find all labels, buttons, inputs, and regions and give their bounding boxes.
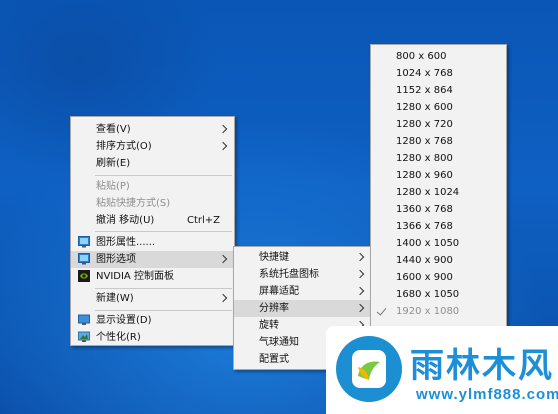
chevron-right-icon xyxy=(218,124,228,134)
resolution-label: 1280 x 768 xyxy=(396,136,453,147)
resolution-option[interactable]: 1280 x 720 xyxy=(371,116,506,133)
resolution-option[interactable]: 1024 x 768 xyxy=(371,65,506,82)
personalize-icon xyxy=(78,331,90,343)
menu-item-shortcut: Ctrl+Z xyxy=(186,215,220,226)
resolution-label: 1280 x 800 xyxy=(396,153,453,164)
menu-item-label: 气球通知 xyxy=(259,337,299,348)
resolution-label: 1024 x 768 xyxy=(396,68,453,79)
menu-item-label: 粘贴快捷方式(S) xyxy=(96,198,171,209)
chevron-right-icon xyxy=(355,303,365,313)
menu-item-label: 快捷键 xyxy=(259,252,289,263)
watermark-title: 雨林木风 xyxy=(410,346,554,386)
checkmark-icon xyxy=(376,305,387,316)
resolution-label: 1360 x 768 xyxy=(396,204,453,215)
menu-item-graphics-properties[interactable]: 图形属性...... xyxy=(71,234,234,251)
resolution-option[interactable]: 1600 x 900 xyxy=(371,269,506,286)
resolution-label: 1280 x 1024 xyxy=(396,187,460,198)
nvidia-icon xyxy=(78,270,90,282)
menu-item-label: 显示设置(D) xyxy=(96,315,152,326)
chevron-right-icon xyxy=(355,252,365,262)
resolution-label: 1600 x 900 xyxy=(396,272,453,283)
graphics-options-icon xyxy=(78,253,90,265)
resolution-option[interactable]: 1400 x 1050 xyxy=(371,235,506,252)
menu-item-label: 图形选项 xyxy=(96,254,136,265)
resolution-label: 1366 x 768 xyxy=(396,221,453,232)
resolution-option[interactable]: 1680 x 1050 xyxy=(371,286,506,303)
site-watermark: 雨林木风 www.ylmf888.com xyxy=(326,326,558,414)
menu-item-label: 刷新(E) xyxy=(96,158,131,169)
menu-item-label: 粘贴(P) xyxy=(96,181,130,192)
menu-item-label: 排序方式(O) xyxy=(96,141,152,152)
resolution-option[interactable]: 1280 x 768 xyxy=(371,133,506,150)
menu-item-sort-by[interactable]: 排序方式(O) xyxy=(71,138,234,155)
resolution-option[interactable]: 1360 x 768 xyxy=(371,201,506,218)
resolution-label: 1280 x 960 xyxy=(396,170,453,181)
menu-item-view[interactable]: 查看(V) xyxy=(71,121,234,138)
menu-item-label: 新建(W) xyxy=(96,293,134,304)
resolution-label: 1920 x 1080 xyxy=(396,306,460,317)
ylmf-logo-icon xyxy=(336,336,402,402)
submenu-item-resolution[interactable]: 分辨率 xyxy=(234,300,371,317)
graphics-properties-icon xyxy=(78,236,90,248)
resolution-label: 1152 x 864 xyxy=(396,85,453,96)
menu-item-new[interactable]: 新建(W) xyxy=(71,290,234,307)
desktop-context-menu: 查看(V) 排序方式(O) 刷新(E) 粘贴(P) 粘贴快捷方式(S) 撤消 移… xyxy=(70,116,235,346)
menu-item-paste-shortcut: 粘贴快捷方式(S) xyxy=(71,195,234,212)
resolution-option[interactable]: 800 x 600 xyxy=(371,48,506,65)
menu-item-personalize[interactable]: 个性化(R) xyxy=(71,329,234,346)
menu-item-label: 查看(V) xyxy=(96,124,131,135)
resolution-option-current[interactable]: 1920 x 1080 xyxy=(371,303,506,320)
chevron-right-icon xyxy=(218,254,228,264)
resolution-option[interactable]: 1280 x 800 xyxy=(371,150,506,167)
resolution-option[interactable]: 1152 x 864 xyxy=(371,82,506,99)
menu-item-nvidia-control-panel[interactable]: NVIDIA 控制面板 xyxy=(71,268,234,285)
chevron-right-icon xyxy=(218,141,228,151)
resolution-option[interactable]: 1280 x 600 xyxy=(371,99,506,116)
menu-item-label: 系统托盘图标 xyxy=(259,269,319,280)
menu-item-label: 配置式 xyxy=(259,354,289,365)
menu-item-graphics-options[interactable]: 图形选项 xyxy=(71,251,234,268)
display-settings-icon xyxy=(78,314,90,326)
submenu-item-screen-fit[interactable]: 屏幕适配 xyxy=(234,283,371,300)
resolution-submenu: 800 x 600 1024 x 768 1152 x 864 1280 x 6… xyxy=(370,44,507,327)
menu-item-label: 图形属性...... xyxy=(96,237,156,248)
resolution-option[interactable]: 1440 x 900 xyxy=(371,252,506,269)
menu-item-label: NVIDIA 控制面板 xyxy=(96,271,174,282)
resolution-option[interactable]: 1366 x 768 xyxy=(371,218,506,235)
watermark-url: www.ylmf888.com xyxy=(416,386,558,403)
menu-item-label: 个性化(R) xyxy=(96,332,141,343)
menu-item-label: 旋转 xyxy=(259,320,279,331)
menu-item-undo-move[interactable]: 撤消 移动(U) Ctrl+Z xyxy=(71,212,234,229)
resolution-label: 1680 x 1050 xyxy=(396,289,460,300)
resolution-label: 800 x 600 xyxy=(396,51,447,62)
resolution-label: 1280 x 720 xyxy=(396,119,453,130)
chevron-right-icon xyxy=(355,269,365,279)
resolution-label: 1440 x 900 xyxy=(396,255,453,266)
menu-item-refresh[interactable]: 刷新(E) xyxy=(71,155,234,172)
resolution-option[interactable]: 1280 x 960 xyxy=(371,167,506,184)
resolution-label: 1280 x 600 xyxy=(396,102,453,113)
resolution-option[interactable]: 1280 x 1024 xyxy=(371,184,506,201)
menu-separator xyxy=(95,288,232,289)
menu-item-label: 屏幕适配 xyxy=(259,286,299,297)
chevron-right-icon xyxy=(218,293,228,303)
menu-separator xyxy=(95,175,232,176)
menu-separator xyxy=(95,231,232,232)
menu-item-paste: 粘贴(P) xyxy=(71,178,234,195)
menu-item-display-settings[interactable]: 显示设置(D) xyxy=(71,312,234,329)
submenu-item-tray-icon[interactable]: 系统托盘图标 xyxy=(234,266,371,283)
chevron-right-icon xyxy=(355,286,365,296)
menu-separator xyxy=(95,310,232,311)
resolution-label: 1400 x 1050 xyxy=(396,238,460,249)
submenu-item-hotkeys[interactable]: 快捷键 xyxy=(234,249,371,266)
menu-item-label: 分辨率 xyxy=(259,303,289,314)
menu-item-label: 撤消 移动(U) xyxy=(96,215,155,226)
